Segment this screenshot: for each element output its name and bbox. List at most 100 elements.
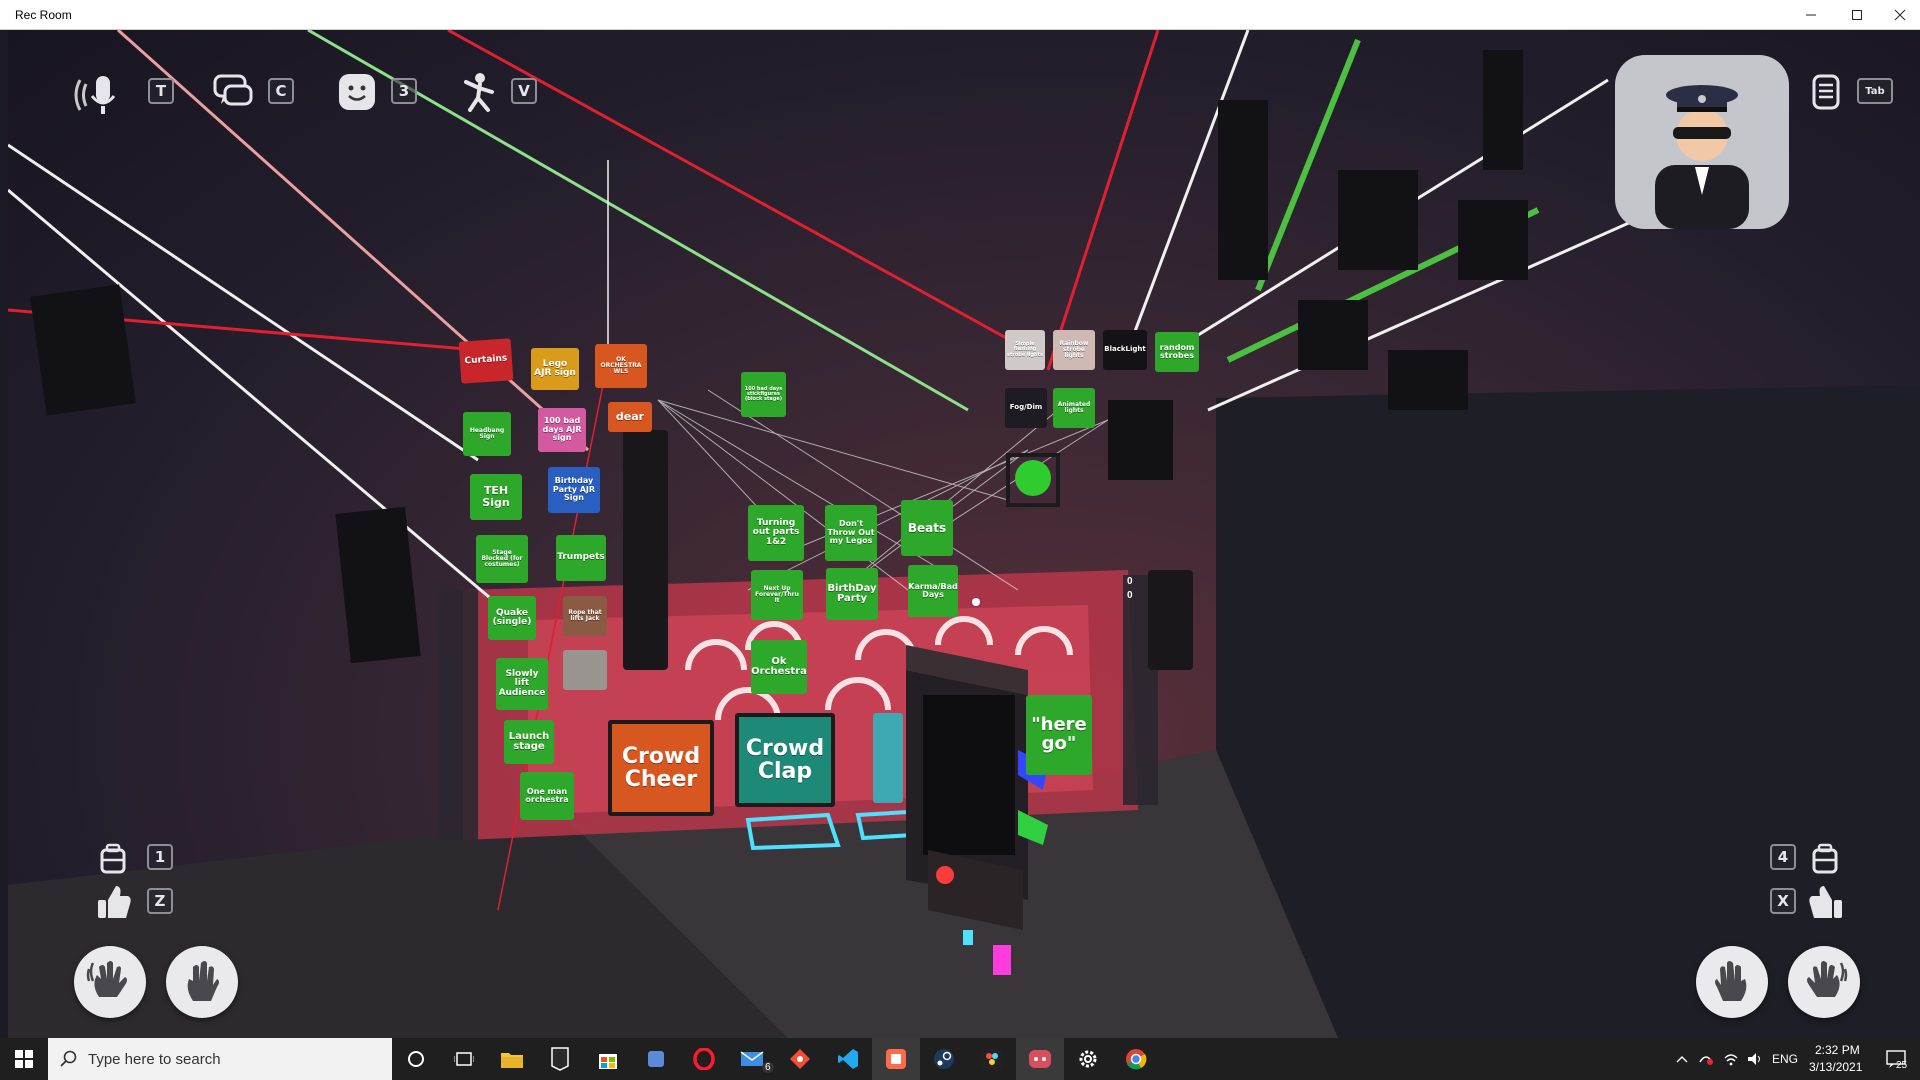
sign-animated-lights[interactable]: Animated lights — [1053, 388, 1095, 428]
left-like-key-hint: Z — [147, 888, 173, 914]
sign-curtains[interactable]: Curtains — [458, 338, 514, 384]
search-placeholder: Type here to search — [88, 1051, 221, 1068]
davinci-app[interactable] — [968, 1038, 1016, 1080]
sign-ok-orchestra[interactable]: Ok Orchestra — [751, 640, 807, 694]
thumbs-up-icon-left[interactable] — [94, 882, 134, 922]
sign-blacklight[interactable]: BlackLight — [1103, 330, 1147, 370]
counter-top: 0 — [1127, 576, 1133, 587]
minimize-icon — [1806, 14, 1816, 16]
sign-lift-placeholder[interactable] — [563, 650, 607, 690]
discord-icon — [1029, 1050, 1051, 1068]
tray-chevron-icon[interactable] — [1672, 1038, 1692, 1080]
rec-room-app[interactable] — [872, 1038, 920, 1080]
emote-key-hint: 3 — [391, 78, 417, 104]
sign-one-man-orchestra[interactable]: One man orchestra — [520, 772, 574, 820]
sign-birthday-party[interactable]: BirthDay Party — [826, 568, 878, 620]
clock-time[interactable]: 2:32 PM — [1815, 1043, 1860, 1057]
sign-teh[interactable]: TEH Sign — [470, 474, 522, 520]
game-viewport[interactable]: Curtains Lego AJR sign OK ORCHESTRA WLS … — [8, 30, 1920, 1038]
wave-gesture-left[interactable] — [74, 946, 146, 1018]
maximize-button[interactable] — [1834, 0, 1880, 30]
chrome-app[interactable] — [1112, 1038, 1160, 1080]
sign-simple-strobe[interactable]: Simple flashing strobe lights — [1005, 330, 1045, 370]
thumbs-up-icon-right[interactable] — [1806, 882, 1846, 922]
file-explorer-app[interactable] — [488, 1038, 536, 1080]
sign-crowd-cheer[interactable]: Crowd Cheer — [608, 720, 714, 816]
backpack-icon-right[interactable] — [1808, 842, 1842, 876]
start-button[interactable] — [0, 1038, 48, 1080]
mail-app[interactable]: 6 — [728, 1038, 776, 1080]
grab-gesture-right[interactable] — [1696, 946, 1768, 1018]
git-diamond-icon — [790, 1049, 810, 1069]
counter-bottom: 0 — [1127, 590, 1133, 601]
ms-store-app[interactable] — [584, 1038, 632, 1080]
sign-ok-orchestra-wls[interactable]: OK ORCHESTRA WLS — [595, 344, 647, 388]
sign-dear[interactable]: dear — [608, 402, 652, 432]
language-indicator[interactable]: ENG — [1772, 1052, 1798, 1066]
player-avatar[interactable] — [1615, 55, 1789, 229]
settings-app[interactable] — [1064, 1038, 1112, 1080]
sign-100-bad-days-stickfigures[interactable]: 100 bad days stickfigures (block stage) — [741, 372, 786, 417]
sign-lego-ajr[interactable]: Lego AJR sign — [531, 348, 579, 390]
clock-date[interactable]: 3/13/2021 — [1809, 1060, 1862, 1074]
sign-100-bad-days-ajr[interactable]: 100 bad days AJR sign — [538, 408, 586, 452]
emote-icon[interactable] — [335, 70, 379, 114]
grab-gesture-left[interactable] — [166, 946, 238, 1018]
waving-hand-icon-right — [1807, 961, 1848, 997]
backpack-icon-left[interactable] — [96, 842, 130, 876]
sign-next-up[interactable]: Next Up Forever/Thru It — [751, 570, 803, 620]
minimize-button[interactable] — [1788, 0, 1834, 30]
rec-room-icon — [886, 1049, 906, 1069]
sign-slowly-lift[interactable]: Slowly lift Audience — [496, 658, 548, 710]
sign-here-go[interactable]: "here go" — [1026, 695, 1092, 775]
chat-icon[interactable] — [211, 70, 255, 114]
git-app[interactable] — [776, 1038, 824, 1080]
epic-games-app[interactable] — [536, 1038, 584, 1080]
wave-gesture-right[interactable] — [1788, 946, 1860, 1018]
microphone-icon[interactable] — [70, 70, 130, 120]
sign-fog-dim[interactable]: Fog/Dim — [1005, 388, 1047, 428]
pose-key-hint: V — [511, 78, 537, 104]
vscode-app[interactable] — [824, 1038, 872, 1080]
notification-center-button[interactable]: 25 — [1872, 1038, 1920, 1080]
sign-partial-hidden[interactable] — [873, 713, 903, 803]
sign-headbang[interactable]: Headbang Sign — [463, 412, 511, 456]
sign-quake[interactable]: Quake (single) — [488, 596, 536, 640]
ms-app[interactable] — [632, 1038, 680, 1080]
search-icon — [60, 1050, 77, 1067]
chat-key-hint: C — [268, 78, 294, 104]
gear-icon — [1079, 1050, 1097, 1068]
sign-random-strobes[interactable]: random strobes — [1155, 332, 1199, 372]
close-button[interactable] — [1880, 0, 1920, 30]
avatar-portrait — [1655, 85, 1749, 229]
sign-launch-stage[interactable]: Launch stage — [504, 720, 554, 764]
right-backpack-key-hint: 4 — [1770, 844, 1796, 870]
wifi-icon[interactable] — [1720, 1038, 1742, 1080]
cortana-button[interactable] — [392, 1038, 440, 1080]
mic-key-hint: T — [148, 78, 174, 104]
steam-icon — [934, 1049, 954, 1069]
sign-rainbow-strobe[interactable]: Rainbow strobe lights — [1053, 330, 1095, 370]
volume-icon[interactable] — [1744, 1038, 1766, 1080]
sign-rope-lifts[interactable]: Rope that lifts Jack — [563, 596, 607, 636]
sign-dont-throw[interactable]: Don't Throw Out my Legos — [825, 505, 877, 561]
opera-app[interactable] — [680, 1038, 728, 1080]
tray-app-icon[interactable] — [1696, 1038, 1716, 1080]
steam-app[interactable] — [920, 1038, 968, 1080]
sign-stage-blocked[interactable]: Stage Blocked (for costumes) — [476, 535, 528, 583]
window-title: Rec Room — [15, 8, 72, 22]
close-icon — [1894, 9, 1906, 21]
sign-beats[interactable]: Beats — [901, 500, 953, 556]
sign-karma-bad-days[interactable]: Karma/Bad Days — [908, 565, 958, 617]
task-view-button[interactable] — [440, 1038, 488, 1080]
discord-app[interactable] — [1016, 1038, 1064, 1080]
folder-icon — [501, 1053, 523, 1068]
watch-menu-icon[interactable] — [1808, 70, 1844, 114]
davinci-icon — [982, 1049, 1002, 1069]
sign-trumpets[interactable]: Trumpets — [556, 535, 606, 581]
sign-turning-out[interactable]: Turning out parts 1&2 — [748, 505, 804, 561]
sign-birthday-party-ajr[interactable]: Birthday Party AJR Sign — [548, 467, 600, 513]
pose-icon[interactable] — [458, 70, 502, 114]
taskbar-search[interactable]: Type here to search — [48, 1038, 392, 1080]
sign-crowd-clap[interactable]: Crowd Clap — [735, 713, 835, 807]
